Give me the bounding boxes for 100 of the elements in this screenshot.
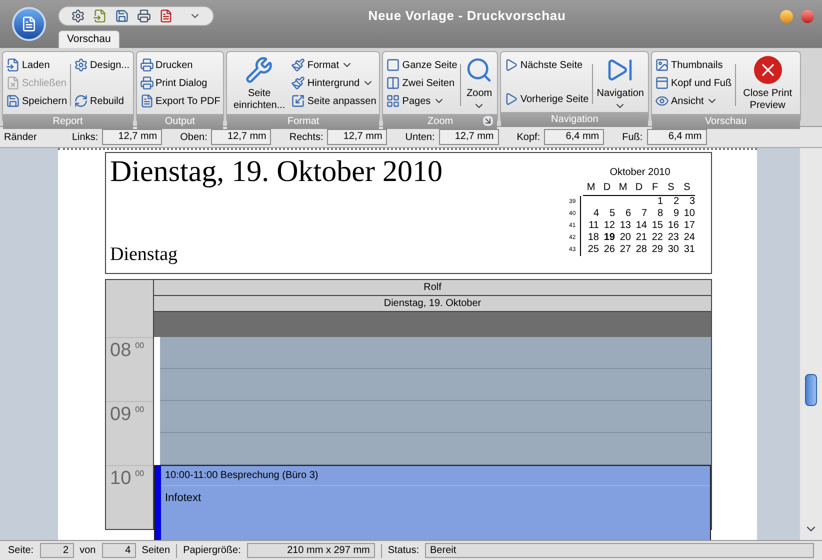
status-label: Status: bbox=[388, 544, 420, 558]
calendar-day[interactable]: 20 bbox=[615, 232, 631, 244]
margin-field[interactable]: 6,4 mm bbox=[544, 129, 604, 145]
weekday-label: S bbox=[666, 181, 676, 195]
calendar-day[interactable]: 5 bbox=[599, 208, 615, 220]
calendar-day[interactable]: 4 bbox=[583, 208, 599, 220]
calendar-day[interactable]: 16 bbox=[663, 220, 679, 232]
calendar-day[interactable]: 29 bbox=[647, 244, 663, 256]
status-field[interactable]: 4 bbox=[102, 543, 136, 558]
group-label: Format bbox=[227, 114, 380, 129]
eye-icon bbox=[655, 94, 669, 108]
hour-label: 08 bbox=[110, 340, 132, 362]
calendar-day[interactable]: 2 bbox=[663, 196, 679, 208]
calendar-day[interactable]: 11 bbox=[583, 220, 599, 232]
ribbon-button[interactable]: Vorherige Seite bbox=[504, 90, 589, 108]
field-label: Fuß: bbox=[622, 130, 643, 144]
printer-icon bbox=[140, 58, 154, 72]
document-arrow-icon bbox=[6, 58, 20, 72]
settings-icon[interactable] bbox=[71, 9, 85, 23]
document-x-icon bbox=[6, 76, 20, 90]
scrollbar-thumb[interactable] bbox=[805, 374, 817, 406]
printer-icon[interactable] bbox=[137, 9, 151, 23]
ribbon-button[interactable]: Speichern bbox=[6, 92, 68, 110]
app-logo-icon[interactable] bbox=[12, 7, 46, 41]
scrollbar[interactable] bbox=[800, 148, 822, 540]
status-field[interactable]: 2 bbox=[40, 543, 74, 558]
ribbon-button[interactable]: Zwei Seiten bbox=[386, 74, 458, 92]
large-ribbon-button[interactable]: Seite einrichten... bbox=[230, 56, 288, 114]
ribbon-button[interactable]: Print Dialog bbox=[140, 74, 220, 92]
large-ribbon-button[interactable]: Navigation bbox=[596, 56, 645, 112]
ribbon-button[interactable]: Rebuild bbox=[74, 92, 130, 110]
status-label: Seiten bbox=[142, 544, 170, 558]
calendar-day[interactable]: 31 bbox=[679, 244, 695, 256]
calendar-day[interactable]: 1 bbox=[647, 196, 663, 208]
status-field: 210 mm x 297 mm bbox=[246, 543, 375, 558]
calendar-day[interactable]: 18 bbox=[583, 232, 599, 244]
ribbon-button[interactable]: Pages bbox=[386, 92, 458, 110]
ribbon-button[interactable]: Laden bbox=[6, 56, 68, 74]
ribbon-button[interactable]: Export To PDF bbox=[140, 92, 220, 110]
document-arrow-icon[interactable] bbox=[93, 9, 107, 23]
ribbon-button[interactable]: Design... bbox=[74, 56, 130, 74]
grid-icon bbox=[386, 94, 400, 108]
calendar-day[interactable]: 21 bbox=[631, 232, 647, 244]
large-ribbon-button[interactable]: Zoom bbox=[464, 56, 494, 114]
group-label: Navigation bbox=[501, 112, 648, 127]
ribbon-button[interactable]: Drucken bbox=[140, 56, 220, 74]
calendar-day[interactable]: 22 bbox=[647, 232, 663, 244]
margin-field[interactable]: 12,7 mm bbox=[438, 129, 499, 145]
calendar-day[interactable]: 25 bbox=[583, 244, 599, 256]
calendar-day[interactable]: 10 bbox=[679, 208, 695, 220]
search-icon bbox=[465, 56, 494, 84]
calendar-day[interactable]: 8 bbox=[647, 208, 663, 220]
calendar-day[interactable]: 24 bbox=[679, 232, 695, 244]
weekday-label: M bbox=[586, 181, 596, 195]
settings-icon bbox=[74, 58, 88, 72]
save-icon[interactable] bbox=[115, 9, 129, 23]
margin-field[interactable]: 12,7 mm bbox=[327, 129, 388, 145]
calendar-day[interactable]: 3 bbox=[679, 196, 695, 208]
ribbon-button[interactable]: Format bbox=[291, 56, 376, 74]
calendar-day[interactable]: 6 bbox=[615, 208, 631, 220]
field-label: Kopf: bbox=[516, 130, 540, 144]
margin-field[interactable]: 12,7 mm bbox=[211, 129, 272, 145]
calendar-day[interactable]: 28 bbox=[631, 244, 647, 256]
large-ribbon-button[interactable]: Close Print Preview bbox=[738, 56, 797, 114]
save-icon bbox=[6, 94, 20, 108]
appointment[interactable]: 10:00-11:00 Besprechung (Büro 3) Infotext bbox=[154, 465, 711, 540]
document-icon[interactable] bbox=[159, 9, 173, 23]
weekday-label: M bbox=[618, 181, 628, 195]
margin-field[interactable]: 6,4 mm bbox=[646, 129, 707, 145]
ribbon-button[interactable]: Kopf und Fuß bbox=[655, 74, 732, 92]
margin-field[interactable]: 12,7 mm bbox=[102, 129, 162, 145]
ribbon-button[interactable]: Thumbnails bbox=[655, 56, 732, 74]
calendar-day[interactable]: 13 bbox=[615, 220, 631, 232]
calendar-day[interactable]: 19 bbox=[599, 232, 615, 244]
image-icon bbox=[655, 58, 669, 72]
calendar-day[interactable]: 7 bbox=[631, 208, 647, 220]
weekday-label: D bbox=[634, 181, 644, 195]
calendar-day[interactable]: 27 bbox=[615, 244, 631, 256]
calendar-day[interactable]: 26 bbox=[599, 244, 615, 256]
minutes-label: 00 bbox=[135, 340, 144, 352]
calendar-day[interactable]: 17 bbox=[679, 220, 695, 232]
panel-icon bbox=[655, 76, 669, 90]
calendar-day[interactable]: 12 bbox=[599, 220, 615, 232]
calendar-day[interactable]: 15 bbox=[647, 220, 663, 232]
resize-icon bbox=[291, 94, 306, 108]
calendar-day[interactable]: 30 bbox=[663, 244, 679, 256]
ribbon-button[interactable]: Seite anpassen bbox=[291, 92, 376, 110]
field-label: Unten: bbox=[405, 130, 435, 144]
play-icon bbox=[504, 58, 518, 72]
ribbon-tab[interactable]: Vorschau bbox=[58, 30, 120, 48]
ribbon-button[interactable]: Nächste Seite bbox=[504, 56, 589, 74]
calendar-day[interactable]: 23 bbox=[663, 232, 679, 244]
calendar-day[interactable]: 14 bbox=[631, 220, 647, 232]
calendar-day[interactable]: 9 bbox=[663, 208, 679, 220]
ribbon-button[interactable]: Ansicht bbox=[655, 92, 732, 110]
ribbon-button[interactable]: Hintergrund bbox=[291, 74, 376, 92]
field-label: Rechts: bbox=[289, 130, 324, 144]
dialog-launcher-icon[interactable] bbox=[483, 116, 494, 126]
hour-label: 10 bbox=[110, 468, 132, 490]
ribbon-button[interactable]: Ganze Seite bbox=[386, 56, 458, 74]
